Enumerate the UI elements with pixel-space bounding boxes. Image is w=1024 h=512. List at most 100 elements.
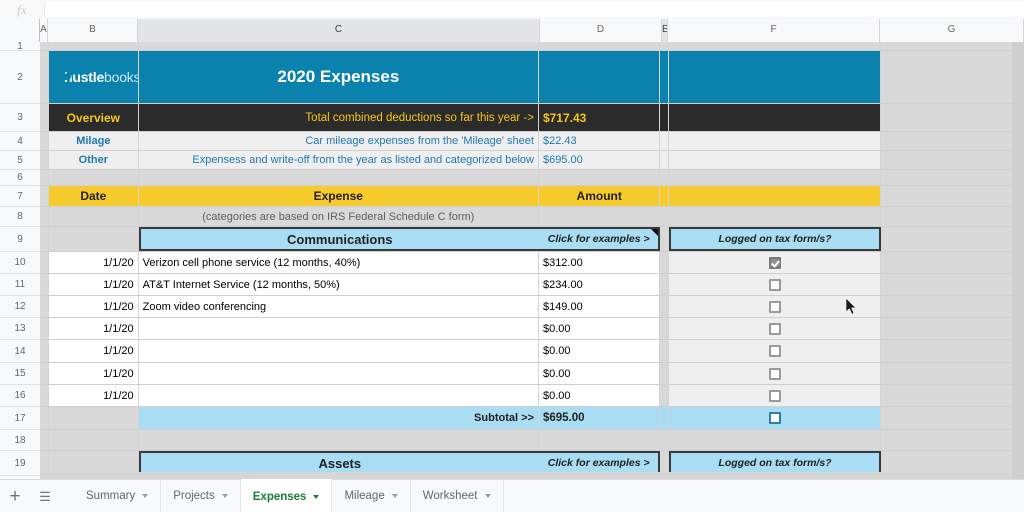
cell-g3[interactable] — [880, 104, 1024, 131]
cell-g18[interactable] — [880, 430, 1024, 450]
expense-desc-cell[interactable] — [138, 363, 539, 384]
chevron-down-icon[interactable] — [484, 494, 491, 498]
add-sheet-button[interactable]: + — [0, 480, 30, 512]
expense-amount-cell[interactable]: $0.00 — [538, 363, 661, 384]
cell-b9[interactable] — [49, 227, 139, 251]
column-header-d[interactable]: D — [540, 19, 662, 42]
cell-g14[interactable] — [880, 340, 1024, 362]
cell-f1[interactable] — [669, 42, 881, 50]
row-header-3[interactable]: 3 — [0, 104, 40, 132]
expense-amount-cell[interactable]: $312.00 — [538, 252, 661, 273]
cell-d8[interactable] — [538, 207, 661, 226]
other-amount-cell[interactable]: $695.00 — [538, 151, 661, 169]
cell-d6[interactable] — [538, 170, 661, 185]
row-header-14[interactable]: 14 — [0, 340, 40, 363]
cell-e4[interactable] — [660, 132, 670, 150]
expense-desc-cell[interactable] — [138, 318, 539, 339]
subtotal-logged-checkbox[interactable] — [768, 412, 781, 424]
cell-e12[interactable] — [660, 296, 670, 317]
row-header-6[interactable]: 6 — [0, 170, 40, 186]
cell-a18[interactable] — [40, 430, 49, 450]
cell-f3[interactable] — [669, 104, 881, 131]
cell-e18[interactable] — [660, 430, 670, 450]
expense-date-cell[interactable]: 1/1/20 — [49, 318, 139, 339]
cell-a7[interactable] — [40, 186, 49, 206]
expense-desc-cell[interactable] — [138, 385, 539, 406]
cell-a2[interactable] — [40, 51, 49, 103]
cell-e1[interactable] — [660, 42, 670, 50]
cell-e3[interactable] — [660, 104, 670, 131]
logged-checkbox[interactable] — [768, 278, 781, 291]
cell-f18[interactable] — [669, 430, 881, 450]
column-header-g[interactable]: G — [880, 19, 1024, 42]
row-header-16[interactable]: 16 — [0, 385, 40, 407]
expense-desc-cell[interactable]: Zoom video conferencing — [138, 296, 539, 317]
cell-g9[interactable] — [880, 227, 1024, 251]
sheet-tab-summary[interactable]: Summary — [74, 480, 162, 512]
cell-d1[interactable] — [538, 42, 661, 50]
overview-total-value-cell[interactable]: $717.43 — [538, 104, 661, 131]
select-all-corner[interactable] — [0, 19, 40, 42]
chevron-down-icon[interactable] — [391, 494, 398, 498]
cell-e2[interactable] — [660, 51, 670, 103]
row-header-4[interactable]: 4 — [0, 132, 40, 151]
row-header-2[interactable]: 2 — [0, 51, 40, 104]
expense-amount-cell[interactable]: $234.00 — [538, 274, 661, 295]
other-description-cell[interactable]: Expensess and write-off from the year as… — [138, 151, 539, 169]
cell-g12[interactable] — [880, 296, 1024, 317]
cell-a8[interactable] — [40, 207, 49, 226]
milage-description-cell[interactable]: Car mileage expenses from the 'Mileage' … — [138, 132, 539, 150]
cell-f7[interactable] — [669, 186, 881, 206]
row-header-13[interactable]: 13 — [0, 318, 40, 340]
row-header-7[interactable]: 7 — [0, 186, 40, 207]
cell-d2[interactable] — [538, 51, 661, 103]
column-header-f[interactable]: F — [668, 19, 880, 42]
row-header-8[interactable]: 8 — [0, 207, 40, 227]
cell-g2[interactable] — [880, 51, 1024, 103]
milage-amount-cell[interactable]: $22.43 — [538, 132, 661, 150]
cell-g13[interactable] — [880, 318, 1024, 339]
expense-amount-cell[interactable]: $0.00 — [538, 385, 661, 406]
sheet-tab-worksheet[interactable]: Worksheet — [411, 480, 504, 512]
cell-g10[interactable] — [880, 252, 1024, 273]
cell-a3[interactable] — [40, 104, 49, 131]
cell-a4[interactable] — [40, 132, 49, 150]
category-communications-cell[interactable]: Communications — [138, 227, 539, 251]
communications-examples-cell[interactable]: Click for examples > — [538, 227, 661, 251]
cell-e5[interactable] — [660, 151, 670, 169]
cell-a12[interactable] — [40, 296, 49, 317]
expense-desc-cell[interactable] — [138, 340, 539, 362]
header-date-cell[interactable]: Date — [49, 186, 139, 206]
cell-b1[interactable] — [49, 42, 139, 50]
chevron-down-icon[interactable] — [142, 494, 149, 498]
cell-e15[interactable] — [660, 363, 670, 384]
cell-f2[interactable] — [669, 51, 881, 103]
chevron-down-icon[interactable] — [313, 495, 320, 499]
cell-e11[interactable] — [660, 274, 670, 295]
sheet-tab-expenses[interactable]: Expenses — [240, 479, 333, 512]
cell-a6[interactable] — [40, 170, 49, 185]
row-header-10[interactable]: 10 — [0, 252, 40, 274]
cell-g15[interactable] — [880, 363, 1024, 384]
all-sheets-button[interactable]: ☰ — [30, 480, 60, 512]
expense-logged-cell[interactable] — [669, 340, 881, 362]
cell-f4[interactable] — [669, 132, 881, 150]
logged-checkbox[interactable] — [768, 367, 781, 380]
expense-date-cell[interactable]: 1/1/20 — [49, 340, 139, 362]
cell-e16[interactable] — [660, 385, 670, 406]
expense-date-cell[interactable]: 1/1/20 — [49, 296, 139, 317]
cell-a14[interactable] — [40, 340, 49, 362]
row-header-18[interactable]: 18 — [0, 430, 40, 451]
expense-date-cell[interactable]: 1/1/20 — [49, 385, 139, 406]
expense-date-cell[interactable]: 1/1/20 — [49, 363, 139, 384]
subtotal-label-cell[interactable]: Subtotal >> — [138, 407, 539, 429]
cell-e8[interactable] — [660, 207, 670, 226]
cell-g16[interactable] — [880, 385, 1024, 406]
cell-g5[interactable] — [880, 151, 1024, 169]
expense-amount-cell[interactable]: $149.00 — [538, 296, 661, 317]
cell-g11[interactable] — [880, 274, 1024, 295]
cell-a17[interactable] — [40, 407, 49, 429]
logged-checkbox[interactable] — [768, 345, 781, 357]
subtotal-logged-cell[interactable] — [669, 407, 881, 429]
expense-desc-cell[interactable]: Verizon cell phone service (12 months, 4… — [138, 252, 539, 273]
